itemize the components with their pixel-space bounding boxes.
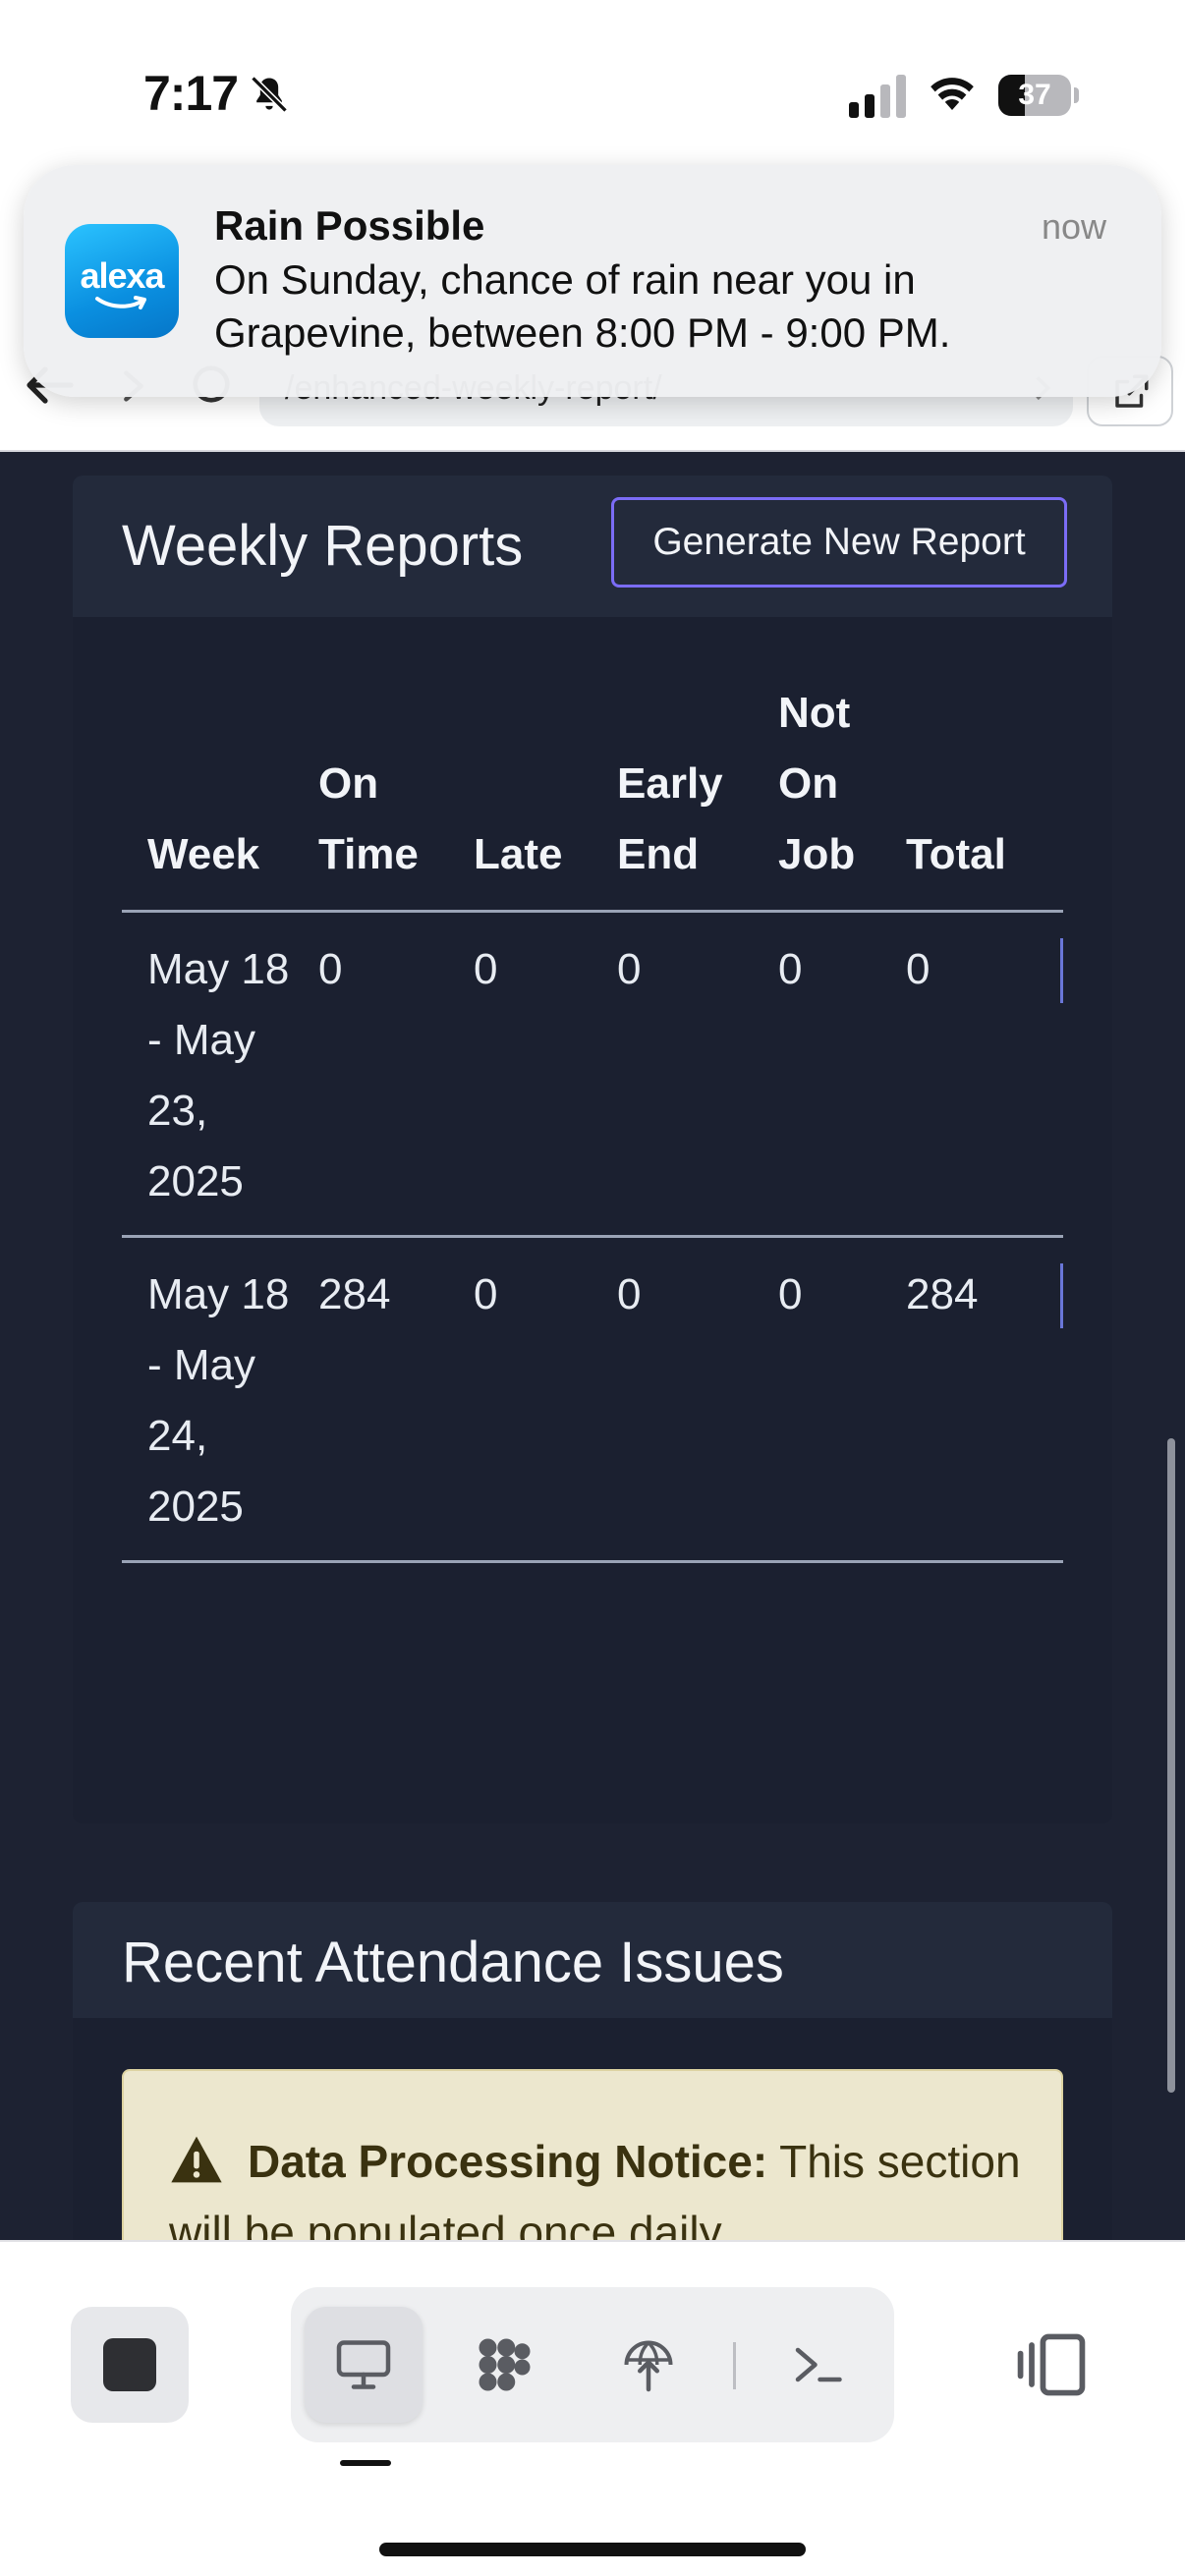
- cell-late: 0: [448, 911, 592, 1238]
- column-header-on-time: On Time: [293, 678, 448, 913]
- cell-late: 0: [448, 1236, 592, 1563]
- smile-arrow-icon: [95, 296, 146, 309]
- cell-on-time: 0: [293, 911, 448, 1238]
- push-notification[interactable]: alexa Rain Possible now On Sunday, chanc…: [24, 165, 1161, 397]
- desktop-view-button[interactable]: [305, 2307, 423, 2423]
- battery-percent: 37: [1018, 79, 1051, 111]
- page-scrollbar[interactable]: [1167, 1438, 1175, 2093]
- status-time: 7:17: [143, 66, 239, 121]
- notice-label: Data Processing Notice:: [248, 2136, 768, 2187]
- table-row: May 18 - May 24, 2025 284 0 0 0 284: [122, 1236, 1063, 1563]
- weekly-reports-table: Week On Time Late Early End Not On Job T…: [122, 678, 1063, 1563]
- notification-title: Rain Possible: [214, 202, 485, 249]
- cell-week: May 18 - May 24, 2025: [122, 1236, 293, 1563]
- view-mode-switcher: [291, 2287, 894, 2442]
- stop-button[interactable]: [71, 2307, 189, 2423]
- status-bar: 7:17 37: [0, 0, 1185, 157]
- weekly-reports-card: Weekly Reports Generate New Report Week …: [73, 476, 1112, 1823]
- blob-cluster-icon: [479, 2338, 531, 2391]
- column-header-late: Late: [448, 678, 592, 913]
- monitor-icon: [336, 2340, 391, 2389]
- cell-week: May 18 - May 23, 2025: [122, 911, 293, 1238]
- cell-not-on-job: 0: [753, 911, 880, 1238]
- bottom-toolbar: [0, 2240, 1185, 2576]
- column-header-not-on-job: Not On Job: [753, 678, 880, 913]
- cell-total: 0: [880, 911, 1063, 1238]
- cell-on-time: 284: [293, 1236, 448, 1563]
- column-header-total: Total: [880, 678, 1063, 913]
- column-header-week: Week: [122, 678, 293, 913]
- cell-not-on-job: 0: [753, 1236, 880, 1563]
- home-indicator[interactable]: [379, 2543, 806, 2556]
- weekly-reports-header: Weekly Reports Generate New Report: [73, 476, 1112, 617]
- column-header-early-end: Early End: [592, 678, 753, 913]
- notification-body: On Sunday, chance of rain near you in Gr…: [214, 256, 951, 356]
- terminal-icon: [795, 2347, 842, 2382]
- stop-square-icon: [103, 2338, 156, 2391]
- agent-view-button[interactable]: [446, 2307, 564, 2423]
- generate-new-report-button[interactable]: Generate New Report: [611, 497, 1067, 588]
- table-header-row: Week On Time Late Early End Not On Job T…: [122, 678, 1063, 913]
- battery-indicator: 37: [998, 75, 1079, 116]
- cellular-signal-icon: [849, 75, 906, 118]
- cell-total: 284: [880, 1236, 1063, 1563]
- attendance-issues-header: Recent Attendance Issues: [73, 1902, 1112, 2018]
- table-row: May 18 - May 23, 2025 0 0 0 0 0: [122, 911, 1063, 1238]
- tabs-switch-icon[interactable]: [1012, 2330, 1091, 2399]
- attendance-issues-title: Recent Attendance Issues: [122, 1931, 784, 1994]
- terminal-view-button[interactable]: [759, 2307, 876, 2423]
- segment-divider: [733, 2342, 736, 2389]
- notification-time: now: [1041, 206, 1106, 247]
- active-tab-indicator: [340, 2460, 391, 2466]
- bell-slash-icon: [251, 76, 288, 113]
- cell-early-end: 0: [592, 911, 753, 1238]
- network-view-button[interactable]: [590, 2307, 707, 2423]
- weekly-reports-title: Weekly Reports: [122, 514, 524, 578]
- globe-arrow-icon: [624, 2340, 673, 2392]
- cell-early-end: 0: [592, 1236, 753, 1563]
- wifi-icon: [931, 78, 974, 110]
- alexa-app-icon: alexa: [65, 224, 179, 338]
